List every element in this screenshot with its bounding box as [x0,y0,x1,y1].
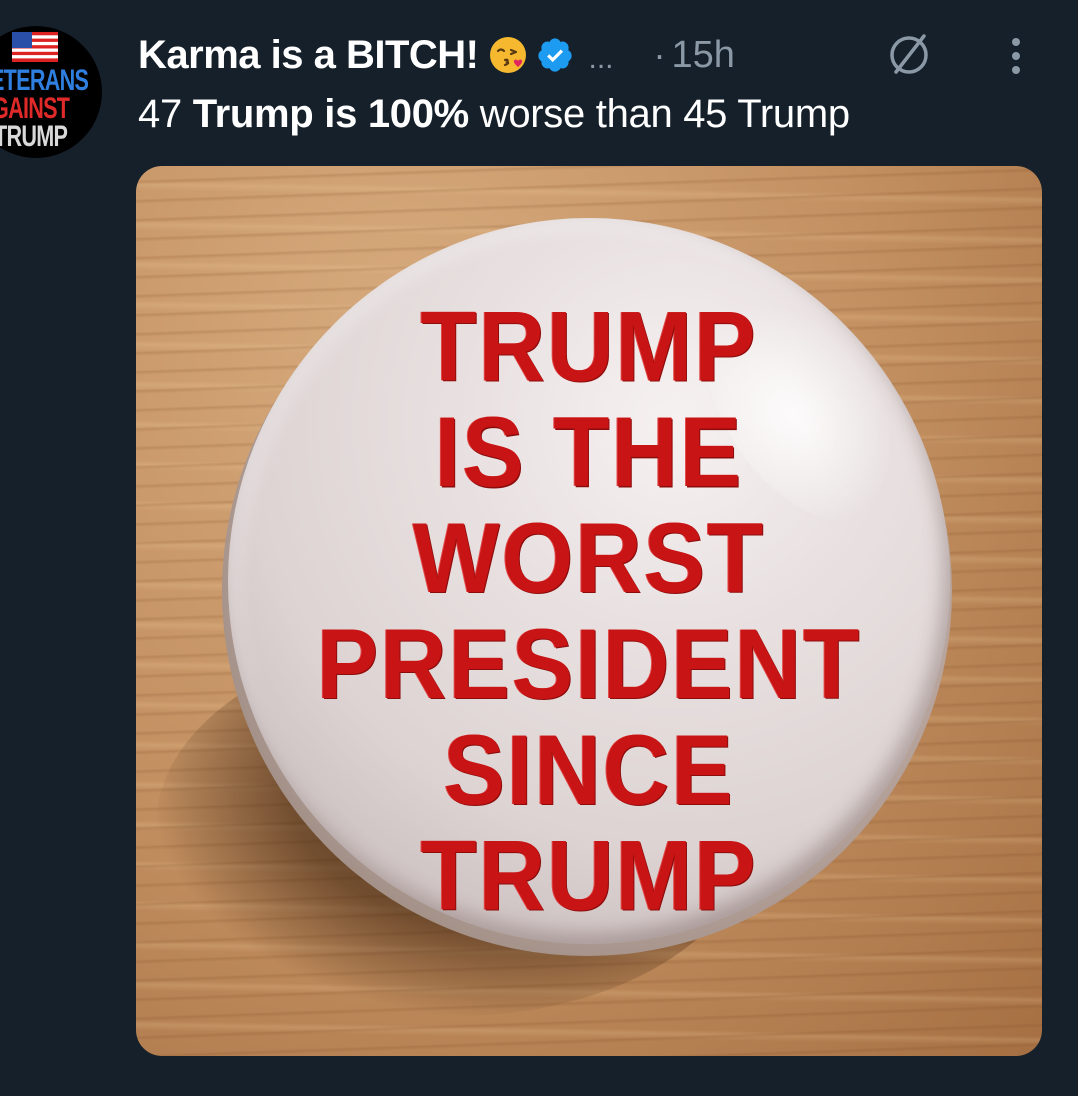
pin-text-line: IS THE [434,397,744,508]
pin-button-text: TRUMP IS THE WORST PRESIDENT SINCE TRUMP [228,294,950,929]
separator-dot: · [653,34,666,75]
pin-text-line: WORST [412,503,766,614]
tweet-text: 47 Trump is 100% worse than 45 Trump [138,92,850,137]
pin-text-line: PRESIDENT [316,609,862,720]
grok-icon[interactable] [884,30,934,80]
pin-text-line: TRUMP [420,821,758,932]
tweet-text-prefix: 47 [138,92,193,136]
avatar-logo-line-3: TRUMP [0,120,68,153]
timestamp[interactable]: 15h [672,34,735,77]
pin-text-line: TRUMP [420,291,758,402]
us-flag-icon [12,32,58,62]
verified-badge-icon[interactable] [536,36,574,74]
tweet-media-image[interactable]: TRUMP IS THE WORST PRESIDENT SINCE TRUMP [136,166,1042,1056]
avatar[interactable]: ETERANS GAINST TRUMP [0,26,102,158]
display-name[interactable]: Karma is a BITCH! [138,33,479,78]
tweet-text-bold: Trump is 100% [192,92,470,136]
tweet-header: Karma is a BITCH! ... · 15h [138,30,735,80]
kissing-face-emoji-icon [490,37,527,73]
tweet[interactable]: ETERANS GAINST TRUMP Karma is a BITCH! .… [0,0,1078,1096]
handle-truncated[interactable]: ... [588,42,613,76]
tweet-text-suffix: worse than 45 Trump [468,92,850,136]
pin-text-line: SINCE [443,715,735,826]
more-options-icon[interactable] [1004,34,1028,78]
